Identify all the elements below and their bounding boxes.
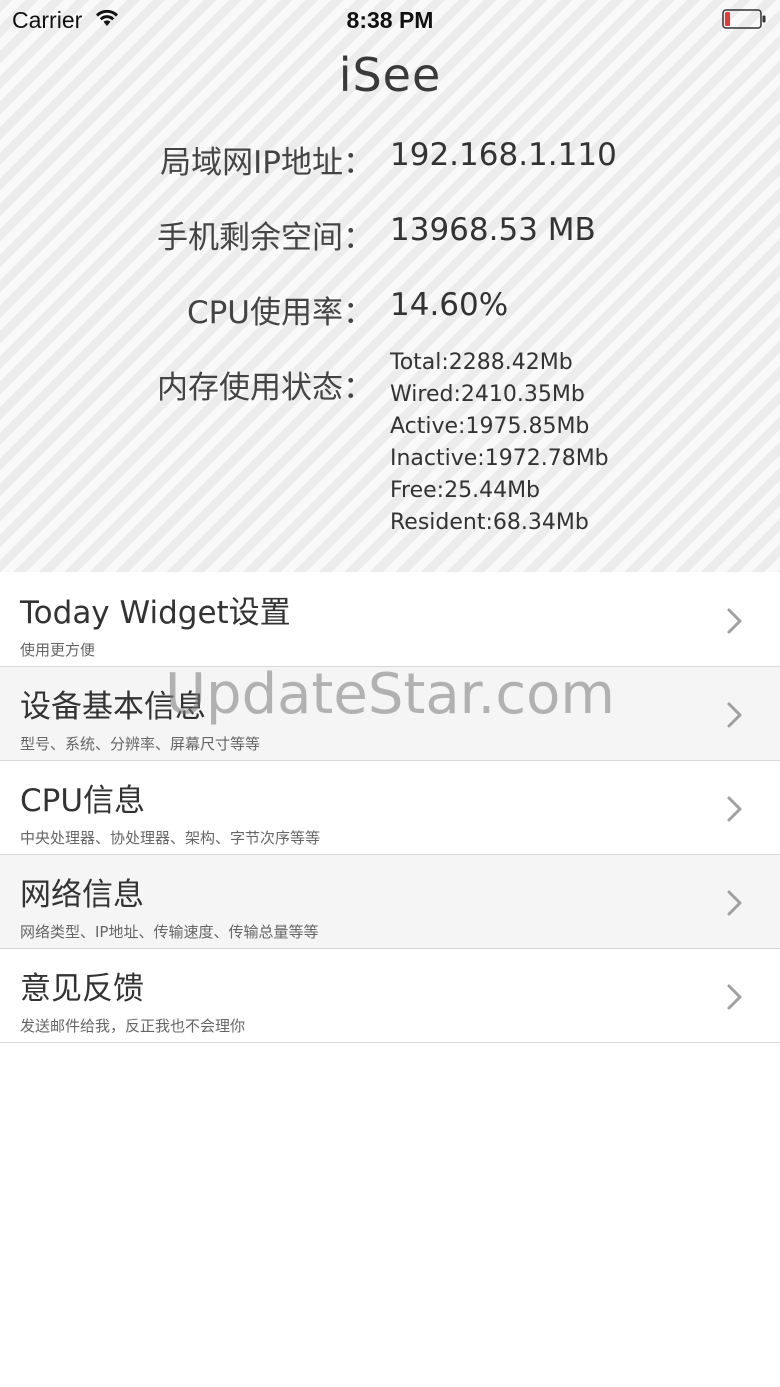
- menu-item-device-info[interactable]: 设备基本信息 型号、系统、分辨率、屏幕尺寸等等: [0, 667, 780, 761]
- chevron-right-icon: [727, 702, 742, 728]
- ip-address-label: 局域网IP地址：: [160, 145, 374, 181]
- menu-item-cpu-info[interactable]: CPU信息 中央处理器、协处理器、架构、字节次序等等: [0, 761, 780, 855]
- menu-item-feedback[interactable]: 意见反馈 发送邮件给我，反正我也不会理你: [0, 949, 780, 1043]
- menu-item-subtitle: 中央处理器、协处理器、架构、字节次序等等: [20, 829, 321, 847]
- memory-resident: Resident:68.34Mb: [390, 510, 589, 535]
- chevron-right-icon: [727, 984, 742, 1010]
- ip-address-value: 192.168.1.110: [390, 137, 617, 173]
- menu-item-subtitle: 发送邮件给我，反正我也不会理你: [20, 1017, 246, 1035]
- cpu-usage-row: CPU使用率： 14.60%: [0, 287, 780, 337]
- menu-item-title: 意见反馈: [20, 971, 144, 1007]
- memory-status-label: 内存使用状态：: [157, 370, 374, 406]
- cpu-usage-label: CPU使用率：: [186, 295, 374, 331]
- chevron-right-icon: [727, 890, 742, 916]
- chevron-right-icon: [727, 608, 742, 634]
- memory-total: Total:2288.42Mb: [390, 350, 573, 375]
- memory-active: Active:1975.85Mb: [390, 414, 590, 439]
- cpu-usage-value: 14.60%: [390, 287, 509, 323]
- menu-item-subtitle: 网络类型、IP地址、传输速度、传输总量等等: [20, 923, 319, 941]
- menu-item-today-widget[interactable]: Today Widget设置 使用更方便: [0, 573, 780, 667]
- menu-item-network-info[interactable]: 网络信息 网络类型、IP地址、传输速度、传输总量等等: [0, 855, 780, 949]
- battery-icon: [722, 9, 766, 29]
- memory-inactive: Inactive:1972.78Mb: [390, 446, 609, 471]
- free-space-value: 13968.53 MB: [390, 212, 596, 248]
- header-area: Carrier 8:38 PM iSee 局域网IP地址： 192.168.1.…: [0, 0, 780, 572]
- status-bar: Carrier 8:38 PM: [0, 0, 780, 40]
- app-title: iSee: [338, 48, 442, 102]
- menu-item-subtitle: 使用更方便: [20, 641, 96, 659]
- menu-item-title: 设备基本信息: [20, 689, 206, 725]
- free-space-row: 手机剩余空间： 13968.53 MB: [0, 212, 780, 262]
- menu-item-title: Today Widget设置: [20, 595, 291, 631]
- ip-address-row: 局域网IP地址： 192.168.1.110: [0, 137, 780, 187]
- memory-wired: Wired:2410.35Mb: [390, 382, 585, 407]
- menu-item-subtitle: 型号、系统、分辨率、屏幕尺寸等等: [20, 735, 261, 753]
- memory-stats-list: Total:2288.42Mb Wired:2410.35Mb Active:1…: [390, 347, 609, 539]
- menu-item-title: 网络信息: [20, 877, 144, 913]
- chevron-right-icon: [727, 796, 742, 822]
- clock-time: 8:38 PM: [346, 7, 434, 33]
- menu-list: Today Widget设置 使用更方便 设备基本信息 型号、系统、分辨率、屏幕…: [0, 573, 780, 1043]
- free-space-label: 手机剩余空间：: [157, 220, 374, 256]
- memory-free: Free:25.44Mb: [390, 478, 541, 503]
- menu-item-title: CPU信息: [20, 783, 146, 819]
